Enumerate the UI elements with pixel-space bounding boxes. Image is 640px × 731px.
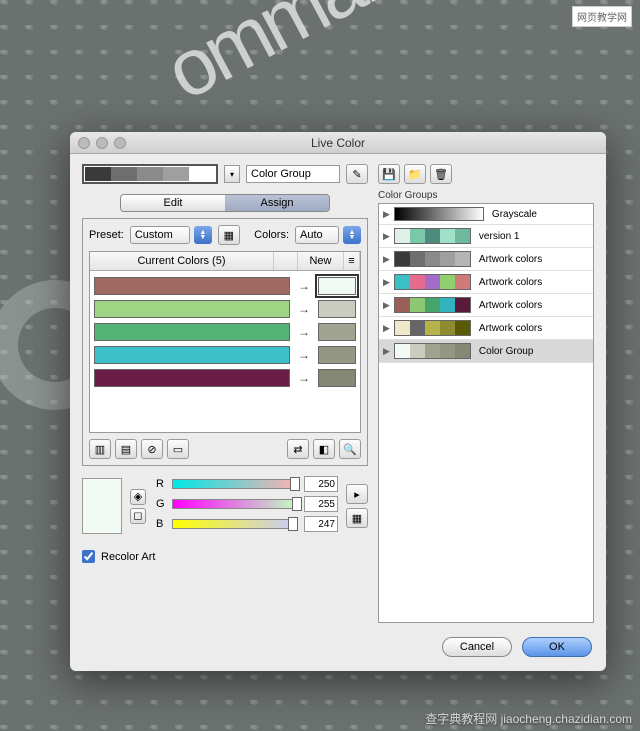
color-group-row[interactable]: ▶Artwork colors	[379, 317, 593, 340]
tab-edit[interactable]: Edit	[121, 195, 225, 211]
b-slider[interactable]	[172, 519, 298, 529]
header-current-colors: Current Colors (5)	[90, 252, 274, 270]
selected-color-preview	[82, 478, 122, 534]
cancel-button[interactable]: Cancel	[442, 637, 512, 657]
color-row[interactable]: →	[94, 369, 356, 387]
new-folder-icon[interactable]: 📁	[404, 164, 426, 184]
color-mode-icon[interactable]: ◈	[130, 489, 146, 505]
g-value-input[interactable]	[304, 496, 338, 512]
color-row[interactable]: →	[94, 323, 356, 341]
save-group-icon[interactable]: 💾	[378, 164, 400, 184]
new-row-icon[interactable]: ▭	[167, 439, 189, 459]
dialog-title: Live Color	[70, 132, 606, 154]
exclude-icon[interactable]: ⊘	[141, 439, 163, 459]
mode-tabs: Edit Assign	[120, 194, 330, 212]
active-color-group-swatches[interactable]	[82, 164, 218, 184]
watermark-bottom: 查字典教程网 jiaocheng.chazidian.com	[425, 710, 632, 727]
none-color-icon[interactable]: ◻	[130, 508, 146, 524]
color-assignment-list: Current Colors (5) New ≡ → → → → →	[89, 251, 361, 433]
preset-stepper[interactable]: ▲▼	[194, 226, 212, 244]
color-groups-list: ▶Grayscale▶version 1▶Artwork colors▶Artw…	[378, 203, 594, 623]
color-group-row[interactable]: ▶Artwork colors	[379, 248, 593, 271]
window-controls[interactable]	[78, 137, 126, 149]
slider-grid-icon[interactable]: ▦	[346, 508, 368, 528]
color-group-row[interactable]: ▶Grayscale	[379, 204, 593, 225]
color-row[interactable]: →	[94, 277, 356, 295]
color-row[interactable]: →	[94, 300, 356, 318]
color-row[interactable]: →	[94, 346, 356, 364]
recolor-art-checkbox[interactable]: Recolor Art	[82, 550, 368, 563]
color-group-name-input[interactable]: Color Group	[246, 165, 340, 183]
swatch-dropdown[interactable]: ▾	[224, 165, 240, 183]
color-groups-label: Color Groups	[378, 190, 594, 201]
delete-group-icon[interactable]: 🗑	[430, 164, 452, 184]
colors-stepper[interactable]: ▲▼	[343, 226, 361, 244]
header-new: New	[298, 252, 344, 270]
r-slider[interactable]	[172, 479, 298, 489]
preset-label: Preset:	[89, 229, 124, 241]
randomize-order-icon[interactable]: ⇄	[287, 439, 309, 459]
merge-icon[interactable]: ▥	[89, 439, 111, 459]
preset-options-icon[interactable]: ▦	[218, 225, 240, 245]
list-menu-icon[interactable]: ≡	[344, 252, 360, 270]
color-group-row[interactable]: ▶Artwork colors	[379, 294, 593, 317]
colors-select[interactable]: Auto	[295, 226, 339, 244]
color-group-row[interactable]: ▶Artwork colors	[379, 271, 593, 294]
new-group-icon[interactable]: ✎	[346, 164, 368, 184]
color-group-row[interactable]: ▶Color Group	[379, 340, 593, 363]
separate-icon[interactable]: ▤	[115, 439, 137, 459]
color-group-row[interactable]: ▶version 1	[379, 225, 593, 248]
ok-button[interactable]: OK	[522, 637, 592, 657]
b-value-input[interactable]	[304, 516, 338, 532]
live-color-dialog: Live Color ▾ Color Group ✎ Edit Assign P…	[70, 132, 606, 671]
colors-label: Colors:	[254, 229, 289, 241]
g-slider[interactable]	[172, 499, 298, 509]
tab-assign[interactable]: Assign	[225, 195, 329, 211]
slider-play-icon[interactable]: ▸	[346, 484, 368, 504]
randomize-sat-icon[interactable]: ◧	[313, 439, 335, 459]
r-value-input[interactable]	[304, 476, 338, 492]
find-icon[interactable]: 🔍	[339, 439, 361, 459]
watermark-top: 网页教学网	[572, 6, 632, 27]
preset-select[interactable]: Custom	[130, 226, 190, 244]
